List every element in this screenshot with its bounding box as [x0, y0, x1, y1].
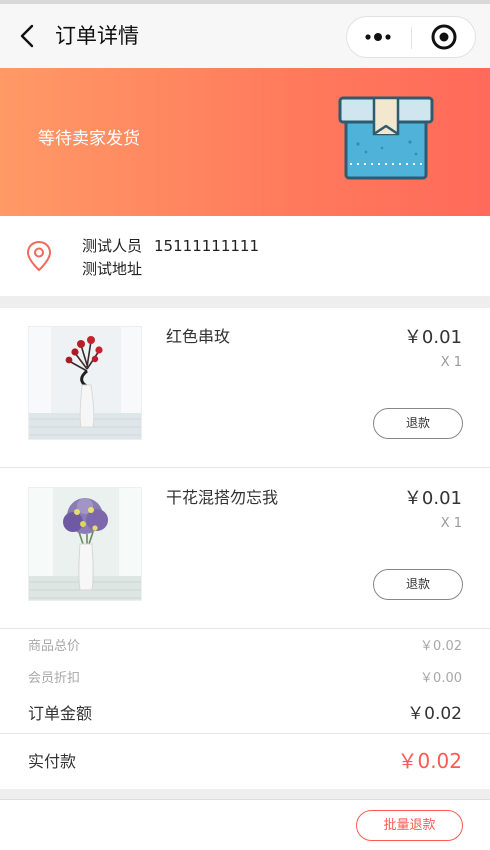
- order-amount-value: ￥0.02: [407, 704, 462, 724]
- product-quantity: X 1: [440, 355, 462, 370]
- address-detail: 测试地址: [82, 260, 143, 278]
- package-box-icon: [338, 96, 434, 180]
- product-name: 红色串玫: [166, 327, 231, 346]
- bottom-action-bar: 批量退款: [0, 799, 490, 850]
- order-amount-label: 订单金额: [28, 704, 93, 723]
- actual-payment-row: 实付款 ￥0.02: [0, 733, 490, 789]
- mini-program-capsule: [346, 16, 476, 58]
- target-circle-icon[interactable]: [412, 17, 476, 57]
- product-item[interactable]: 干花混搭勿忘我 ￥0.01 X 1 退款: [0, 469, 490, 629]
- goods-total-label: 商品总价: [28, 639, 81, 654]
- product-item[interactable]: 红色串玫 ￥0.01 X 1 退款: [0, 308, 490, 468]
- product-price: ￥0.01: [403, 488, 462, 509]
- shipping-address[interactable]: 测试人员 15111111111 测试地址: [0, 216, 490, 296]
- recipient-info: 测试人员 15111111111: [82, 236, 259, 256]
- actual-payment-label: 实付款: [28, 752, 77, 771]
- member-discount-label: 会员折扣: [28, 671, 81, 686]
- price-summary: 商品总价 ￥0.02 会员折扣 ￥0.00 订单金额 ￥0.02: [0, 630, 490, 732]
- page-title: 订单详情: [55, 24, 139, 48]
- purple-flowers-vase-image: [29, 488, 141, 600]
- batch-refund-button[interactable]: 批量退款: [356, 810, 463, 841]
- product-price: ￥0.01: [403, 327, 462, 348]
- refund-button[interactable]: 退款: [373, 569, 463, 600]
- chevron-left-icon[interactable]: [14, 22, 42, 50]
- order-status-banner: 等待卖家发货: [0, 68, 490, 216]
- member-discount-value: ￥0.00: [420, 671, 462, 686]
- location-pin-icon: [26, 240, 52, 272]
- member-discount-row: 会员折扣 ￥0.00: [0, 666, 490, 692]
- refund-button[interactable]: 退款: [373, 408, 463, 439]
- order-amount-row: 订单金额 ￥0.02: [0, 701, 490, 727]
- section-divider: [0, 789, 490, 799]
- navigation-bar: 订单详情: [0, 4, 490, 68]
- product-name: 干花混搭勿忘我: [166, 488, 279, 507]
- section-divider: [0, 296, 490, 308]
- product-image: [28, 326, 142, 440]
- recipient-phone: 15111111111: [154, 237, 259, 255]
- product-quantity: X 1: [440, 516, 462, 531]
- actual-payment-value: ￥0.02: [397, 749, 462, 773]
- goods-total-value: ￥0.02: [420, 639, 462, 654]
- red-flowers-vase-image: [29, 327, 141, 439]
- recipient-name: 测试人员: [82, 237, 143, 255]
- more-dots-icon[interactable]: [347, 17, 411, 57]
- product-image: [28, 487, 142, 601]
- goods-total-row: 商品总价 ￥0.02: [0, 634, 490, 660]
- order-status-text: 等待卖家发货: [38, 129, 140, 149]
